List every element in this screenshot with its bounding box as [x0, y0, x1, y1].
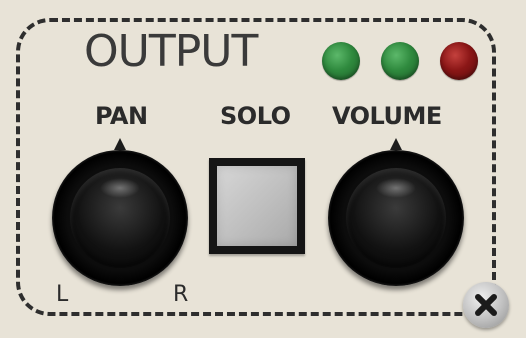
- pan-label: PAN: [95, 102, 148, 130]
- solo-label: SOLO: [220, 102, 291, 130]
- volume-label: VOLUME: [332, 102, 442, 130]
- pan-pointer-icon: [114, 138, 126, 150]
- solo-button[interactable]: [209, 158, 305, 254]
- led-2: [381, 42, 419, 80]
- screw-cross-icon: [475, 294, 497, 316]
- volume-pointer-icon: [390, 138, 402, 150]
- pan-right-label: R: [173, 282, 189, 307]
- solo-button-face: [217, 166, 297, 246]
- pan-knob[interactable]: [52, 150, 188, 286]
- volume-knob[interactable]: [328, 150, 464, 286]
- screw-icon: [463, 282, 509, 328]
- pan-left-label: L: [56, 282, 69, 307]
- led-3: [440, 42, 478, 80]
- led-1: [322, 42, 360, 80]
- output-panel: OUTPUT PAN SOLO VOLUME L R: [0, 0, 526, 338]
- panel-title: OUTPUT: [84, 26, 258, 77]
